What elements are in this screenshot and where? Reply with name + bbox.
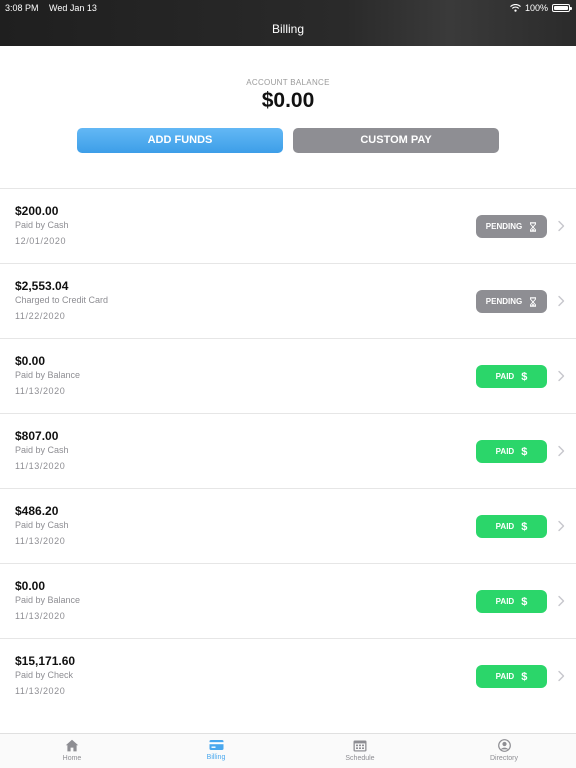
tab-bar: Home Billing Schedule Directory (0, 733, 576, 768)
wifi-icon (510, 4, 521, 12)
tab-billing-label: Billing (206, 754, 226, 761)
person-circle-icon (497, 739, 511, 752)
dollar-icon: $ (521, 595, 528, 608)
transaction-amount: $15,171.60 (15, 654, 76, 668)
transaction-date: 11/13/2020 (15, 461, 66, 471)
transaction-method: Paid by Balance (15, 595, 81, 605)
app-header: 3:08 PM Wed Jan 13 100% Billing (0, 0, 576, 46)
status-date: Wed Jan 13 (49, 3, 97, 13)
transaction-row[interactable]: $0.00 Paid by Balance 11/13/2020 PAID $ (0, 563, 576, 638)
dollar-icon: $ (521, 520, 528, 533)
transaction-method: Paid by Cash (15, 445, 69, 455)
transaction-date: 12/01/2020 (15, 236, 67, 246)
status-badge: PAID $ (476, 440, 547, 463)
chevron-right-icon (558, 445, 565, 457)
transaction-amount: $486.20 (15, 504, 59, 518)
status-label: PAID (495, 447, 515, 456)
battery-icon (552, 4, 572, 12)
transaction-amount: $200.00 (15, 204, 59, 218)
balance-label: ACCOUNT BALANCE (246, 78, 330, 87)
status-label: PAID (495, 372, 515, 381)
status-badge: PAID $ (476, 590, 547, 613)
battery-percent: 100% (524, 3, 548, 13)
transaction-date: 11/22/2020 (15, 311, 66, 321)
transaction-row[interactable]: $2,553.04 Charged to Credit Card 11/22/2… (0, 263, 576, 338)
chevron-right-icon (558, 220, 565, 232)
status-label: PAID (495, 522, 515, 531)
transaction-method: Charged to Credit Card (15, 295, 109, 305)
transaction-method: Paid by Cash (15, 220, 69, 230)
transaction-date: 11/13/2020 (15, 686, 66, 696)
tab-directory-label: Directory (489, 755, 518, 762)
credit-card-icon (209, 740, 223, 750)
tab-home-label: Home (62, 755, 82, 762)
status-badge: PENDING (476, 215, 547, 238)
status-label: PENDING (485, 297, 523, 306)
status-label: PAID (495, 672, 515, 681)
transaction-row[interactable]: $486.20 Paid by Cash 11/13/2020 PAID $ (0, 488, 576, 563)
transaction-row[interactable]: $807.00 Paid by Cash 11/13/2020 PAID $ (0, 413, 576, 488)
status-bar: 3:08 PM Wed Jan 13 100% (0, 0, 576, 16)
transaction-row[interactable]: $15,171.60 Paid by Check 11/13/2020 PAID… (0, 638, 576, 713)
dollar-icon: $ (521, 445, 528, 458)
chevron-right-icon (558, 670, 565, 682)
chevron-right-icon (558, 370, 565, 382)
calendar-icon (353, 740, 367, 752)
status-badge: PENDING (476, 290, 547, 313)
status-badge: PAID $ (476, 515, 547, 538)
tab-home[interactable]: Home (32, 739, 112, 762)
transaction-method: Paid by Balance (15, 370, 81, 380)
transaction-amount: $0.00 (15, 354, 46, 368)
status-label: PENDING (485, 222, 523, 231)
tab-directory[interactable]: Directory (464, 739, 544, 762)
dollar-icon: $ (521, 370, 528, 383)
custom-pay-button[interactable]: CUSTOM PAY (293, 128, 499, 153)
transaction-method: Paid by Check (15, 670, 74, 680)
add-funds-button[interactable]: ADD FUNDS (77, 128, 283, 153)
transaction-row[interactable]: $0.00 Paid by Balance 11/13/2020 PAID $ (0, 338, 576, 413)
chevron-right-icon (558, 295, 565, 307)
transaction-amount: $807.00 (15, 429, 59, 443)
transaction-amount: $0.00 (15, 579, 46, 593)
chevron-right-icon (558, 595, 565, 607)
page-title: Billing (271, 22, 304, 36)
hourglass-icon (529, 221, 537, 232)
home-icon (65, 739, 79, 752)
tab-schedule-label: Schedule (345, 755, 375, 762)
tab-billing[interactable]: Billing (176, 739, 256, 761)
status-time: 3:08 PM (5, 3, 39, 13)
transaction-date: 11/13/2020 (15, 536, 66, 546)
status-label: PAID (495, 597, 515, 606)
transaction-list: $200.00 Paid by Cash 12/01/2020 PENDING … (0, 188, 576, 713)
transaction-amount: $2,553.04 (15, 279, 69, 293)
chevron-right-icon (558, 520, 565, 532)
transaction-method: Paid by Cash (15, 520, 69, 530)
status-badge: PAID $ (476, 365, 547, 388)
hourglass-icon (529, 296, 537, 307)
dollar-icon: $ (521, 670, 528, 683)
transaction-date: 11/13/2020 (15, 386, 66, 396)
balance-section: ACCOUNT BALANCE $0.00 ADD FUNDS CUSTOM P… (0, 46, 576, 188)
status-badge: PAID $ (476, 665, 547, 688)
transaction-date: 11/13/2020 (15, 611, 66, 621)
transaction-row[interactable]: $200.00 Paid by Cash 12/01/2020 PENDING (0, 188, 576, 263)
balance-amount: $0.00 (261, 89, 315, 112)
tab-schedule[interactable]: Schedule (320, 739, 400, 762)
